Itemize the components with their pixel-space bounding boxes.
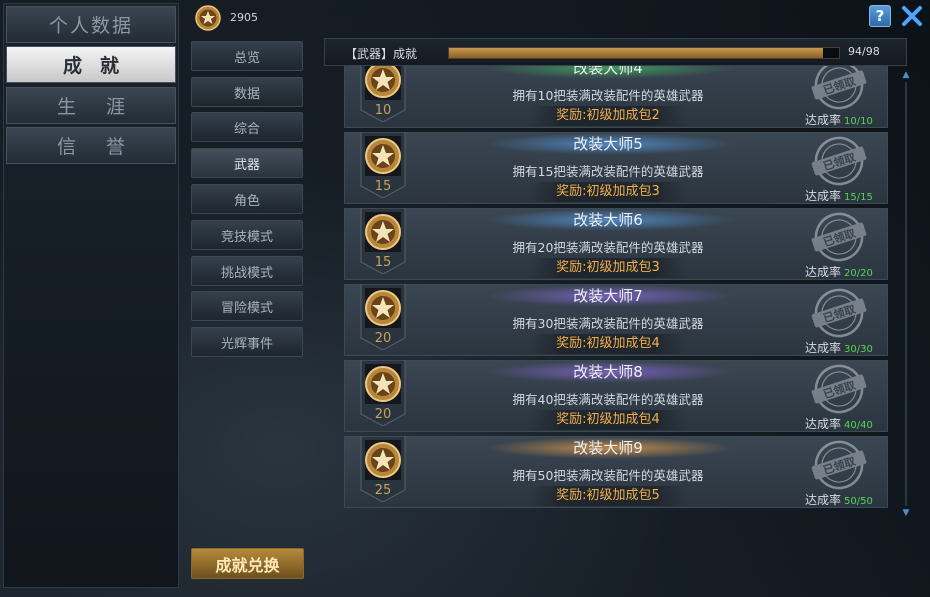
help-button[interactable]: ?	[869, 5, 891, 27]
nav-item-achievements[interactable]: 成就	[6, 46, 176, 83]
achievement-description: 拥有40把装满改装配件的英雄武器	[512, 392, 704, 407]
claimed-stamp-text: 已领取	[821, 226, 857, 250]
completion-rate-label: 达成率	[805, 265, 842, 279]
achievement-reward: 奖励:初级加成包4	[530, 334, 686, 354]
completion-rate: 达成率 50/50	[805, 491, 873, 508]
achievement-description: 拥有50把装满改装配件的英雄武器	[512, 468, 704, 483]
achievement-title: 改装大师7	[573, 287, 643, 305]
completion-rate: 达成率 10/10	[805, 111, 873, 128]
claimed-stamp-icon: 已领取	[811, 212, 867, 262]
achievement-points-value: 2905	[230, 11, 258, 24]
completion-rate-value: 10/10	[844, 116, 873, 127]
achievement-row: 20 改装大师7 拥有30把装满改装配件的英雄武器 奖励:初级加成包4 已领取 …	[344, 284, 888, 356]
claimed-stamp-icon: 已领取	[811, 440, 867, 490]
category-progress-bar	[448, 47, 840, 59]
completion-rate-value: 20/20	[844, 268, 873, 279]
claimed-stamp-text: 已领取	[821, 150, 857, 174]
achievement-reward: 奖励:初级加成包4	[530, 410, 686, 430]
completion-rate-value: 40/40	[844, 420, 873, 431]
achievement-row: 15 改装大师5 拥有15把装满改装配件的英雄武器 奖励:初级加成包3 已领取 …	[344, 132, 888, 204]
claimed-stamp-icon: 已领取	[811, 288, 867, 338]
achievement-list: 10 改装大师4 拥有10把装满改装配件的英雄武器 奖励:初级加成包2 已领取 …	[344, 66, 888, 518]
completion-rate: 达成率 30/30	[805, 339, 873, 356]
completion-rate-label: 达成率	[805, 189, 842, 203]
achievement-title: 改装大师6	[573, 211, 643, 229]
achievement-points-icon	[195, 5, 221, 31]
category-glory-events[interactable]: 光辉事件	[191, 327, 303, 357]
achievement-reward: 奖励:初级加成包3	[530, 258, 686, 278]
completion-rate-label: 达成率	[805, 113, 842, 127]
achievement-row: 10 改装大师4 拥有10把装满改装配件的英雄武器 奖励:初级加成包2 已领取 …	[344, 66, 888, 128]
achievement-row: 15 改装大师6 拥有20把装满改装配件的英雄武器 奖励:初级加成包3 已领取 …	[344, 208, 888, 280]
achievement-title: 改装大师8	[573, 363, 643, 381]
category-weapons[interactable]: 武器	[191, 148, 303, 178]
achievement-description: 拥有15把装满改装配件的英雄武器	[512, 164, 704, 179]
achievement-row: 25 改装大师9 拥有50把装满改装配件的英雄武器 奖励:初级加成包5 已领取 …	[344, 436, 888, 508]
claimed-stamp-text: 已领取	[821, 378, 857, 402]
completion-rate-label: 达成率	[805, 341, 842, 355]
scroll-track[interactable]	[905, 82, 907, 506]
left-nav: 个人数据 成就 生涯 信誉	[3, 3, 179, 588]
category-data[interactable]: 数据	[191, 77, 303, 107]
completion-rate-label: 达成率	[805, 417, 842, 431]
claimed-stamp-icon: 已领取	[811, 364, 867, 414]
close-icon[interactable]	[900, 4, 924, 28]
achievement-level: 15	[374, 179, 392, 194]
achievement-title: 改装大师9	[573, 439, 643, 457]
completion-rate-value: 15/15	[844, 192, 873, 203]
achievement-row: 20 改装大师8 拥有40把装满改装配件的英雄武器 奖励:初级加成包4 已领取 …	[344, 360, 888, 432]
completion-rate: 达成率 40/40	[805, 415, 873, 432]
achievement-exchange-button[interactable]: 成就兑换	[191, 548, 304, 579]
completion-rate: 达成率 15/15	[805, 187, 873, 204]
achievement-level: 25	[374, 483, 392, 498]
achievement-reward: 奖励:初级加成包3	[530, 182, 686, 202]
nav-item-career[interactable]: 生涯	[6, 87, 176, 124]
achievement-level: 20	[374, 407, 392, 422]
completion-rate-label: 达成率	[805, 493, 842, 507]
category-progress-count: 94/98	[848, 45, 880, 58]
completion-rate-value: 50/50	[844, 496, 873, 507]
claimed-stamp-icon: 已领取	[811, 136, 867, 186]
achievement-reward: 奖励:初级加成包5	[530, 486, 686, 506]
list-scrollbar[interactable]: ▲ ▼	[901, 70, 911, 518]
scroll-down-icon[interactable]: ▼	[901, 508, 911, 518]
claimed-stamp-text: 已领取	[821, 74, 857, 98]
category-general[interactable]: 综合	[191, 112, 303, 142]
claimed-stamp-text: 已领取	[821, 454, 857, 478]
nav-item-reputation[interactable]: 信誉	[6, 127, 176, 164]
category-progress-fill	[449, 48, 823, 58]
achievement-reward: 奖励:初级加成包2	[530, 106, 686, 126]
category-adventure-mode[interactable]: 冒险模式	[191, 291, 303, 321]
achievement-description: 拥有30把装满改装配件的英雄武器	[512, 316, 704, 331]
achievement-level: 20	[374, 331, 392, 346]
category-progress-label: 【武器】成就	[345, 47, 418, 61]
completion-rate: 达成率 20/20	[805, 263, 873, 280]
category-characters[interactable]: 角色	[191, 184, 303, 214]
achievement-level: 10	[374, 103, 392, 118]
achievement-title: 改装大师5	[573, 135, 643, 153]
achievement-description: 拥有20把装满改装配件的英雄武器	[512, 240, 704, 255]
category-challenge-mode[interactable]: 挑战模式	[191, 256, 303, 286]
achievement-title: 改装大师4	[573, 66, 643, 77]
achievement-level: 15	[374, 255, 392, 270]
category-overview[interactable]: 总览	[191, 41, 303, 71]
category-competitive-mode[interactable]: 竞技模式	[191, 220, 303, 250]
scroll-up-icon[interactable]: ▲	[901, 70, 911, 80]
completion-rate-value: 30/30	[844, 344, 873, 355]
nav-item-personal-data[interactable]: 个人数据	[6, 6, 176, 43]
achievement-description: 拥有10把装满改装配件的英雄武器	[512, 88, 704, 103]
claimed-stamp-icon: 已领取	[811, 66, 867, 110]
claimed-stamp-text: 已领取	[821, 302, 857, 326]
category-progress-header: 【武器】成就 94/98	[324, 38, 907, 66]
